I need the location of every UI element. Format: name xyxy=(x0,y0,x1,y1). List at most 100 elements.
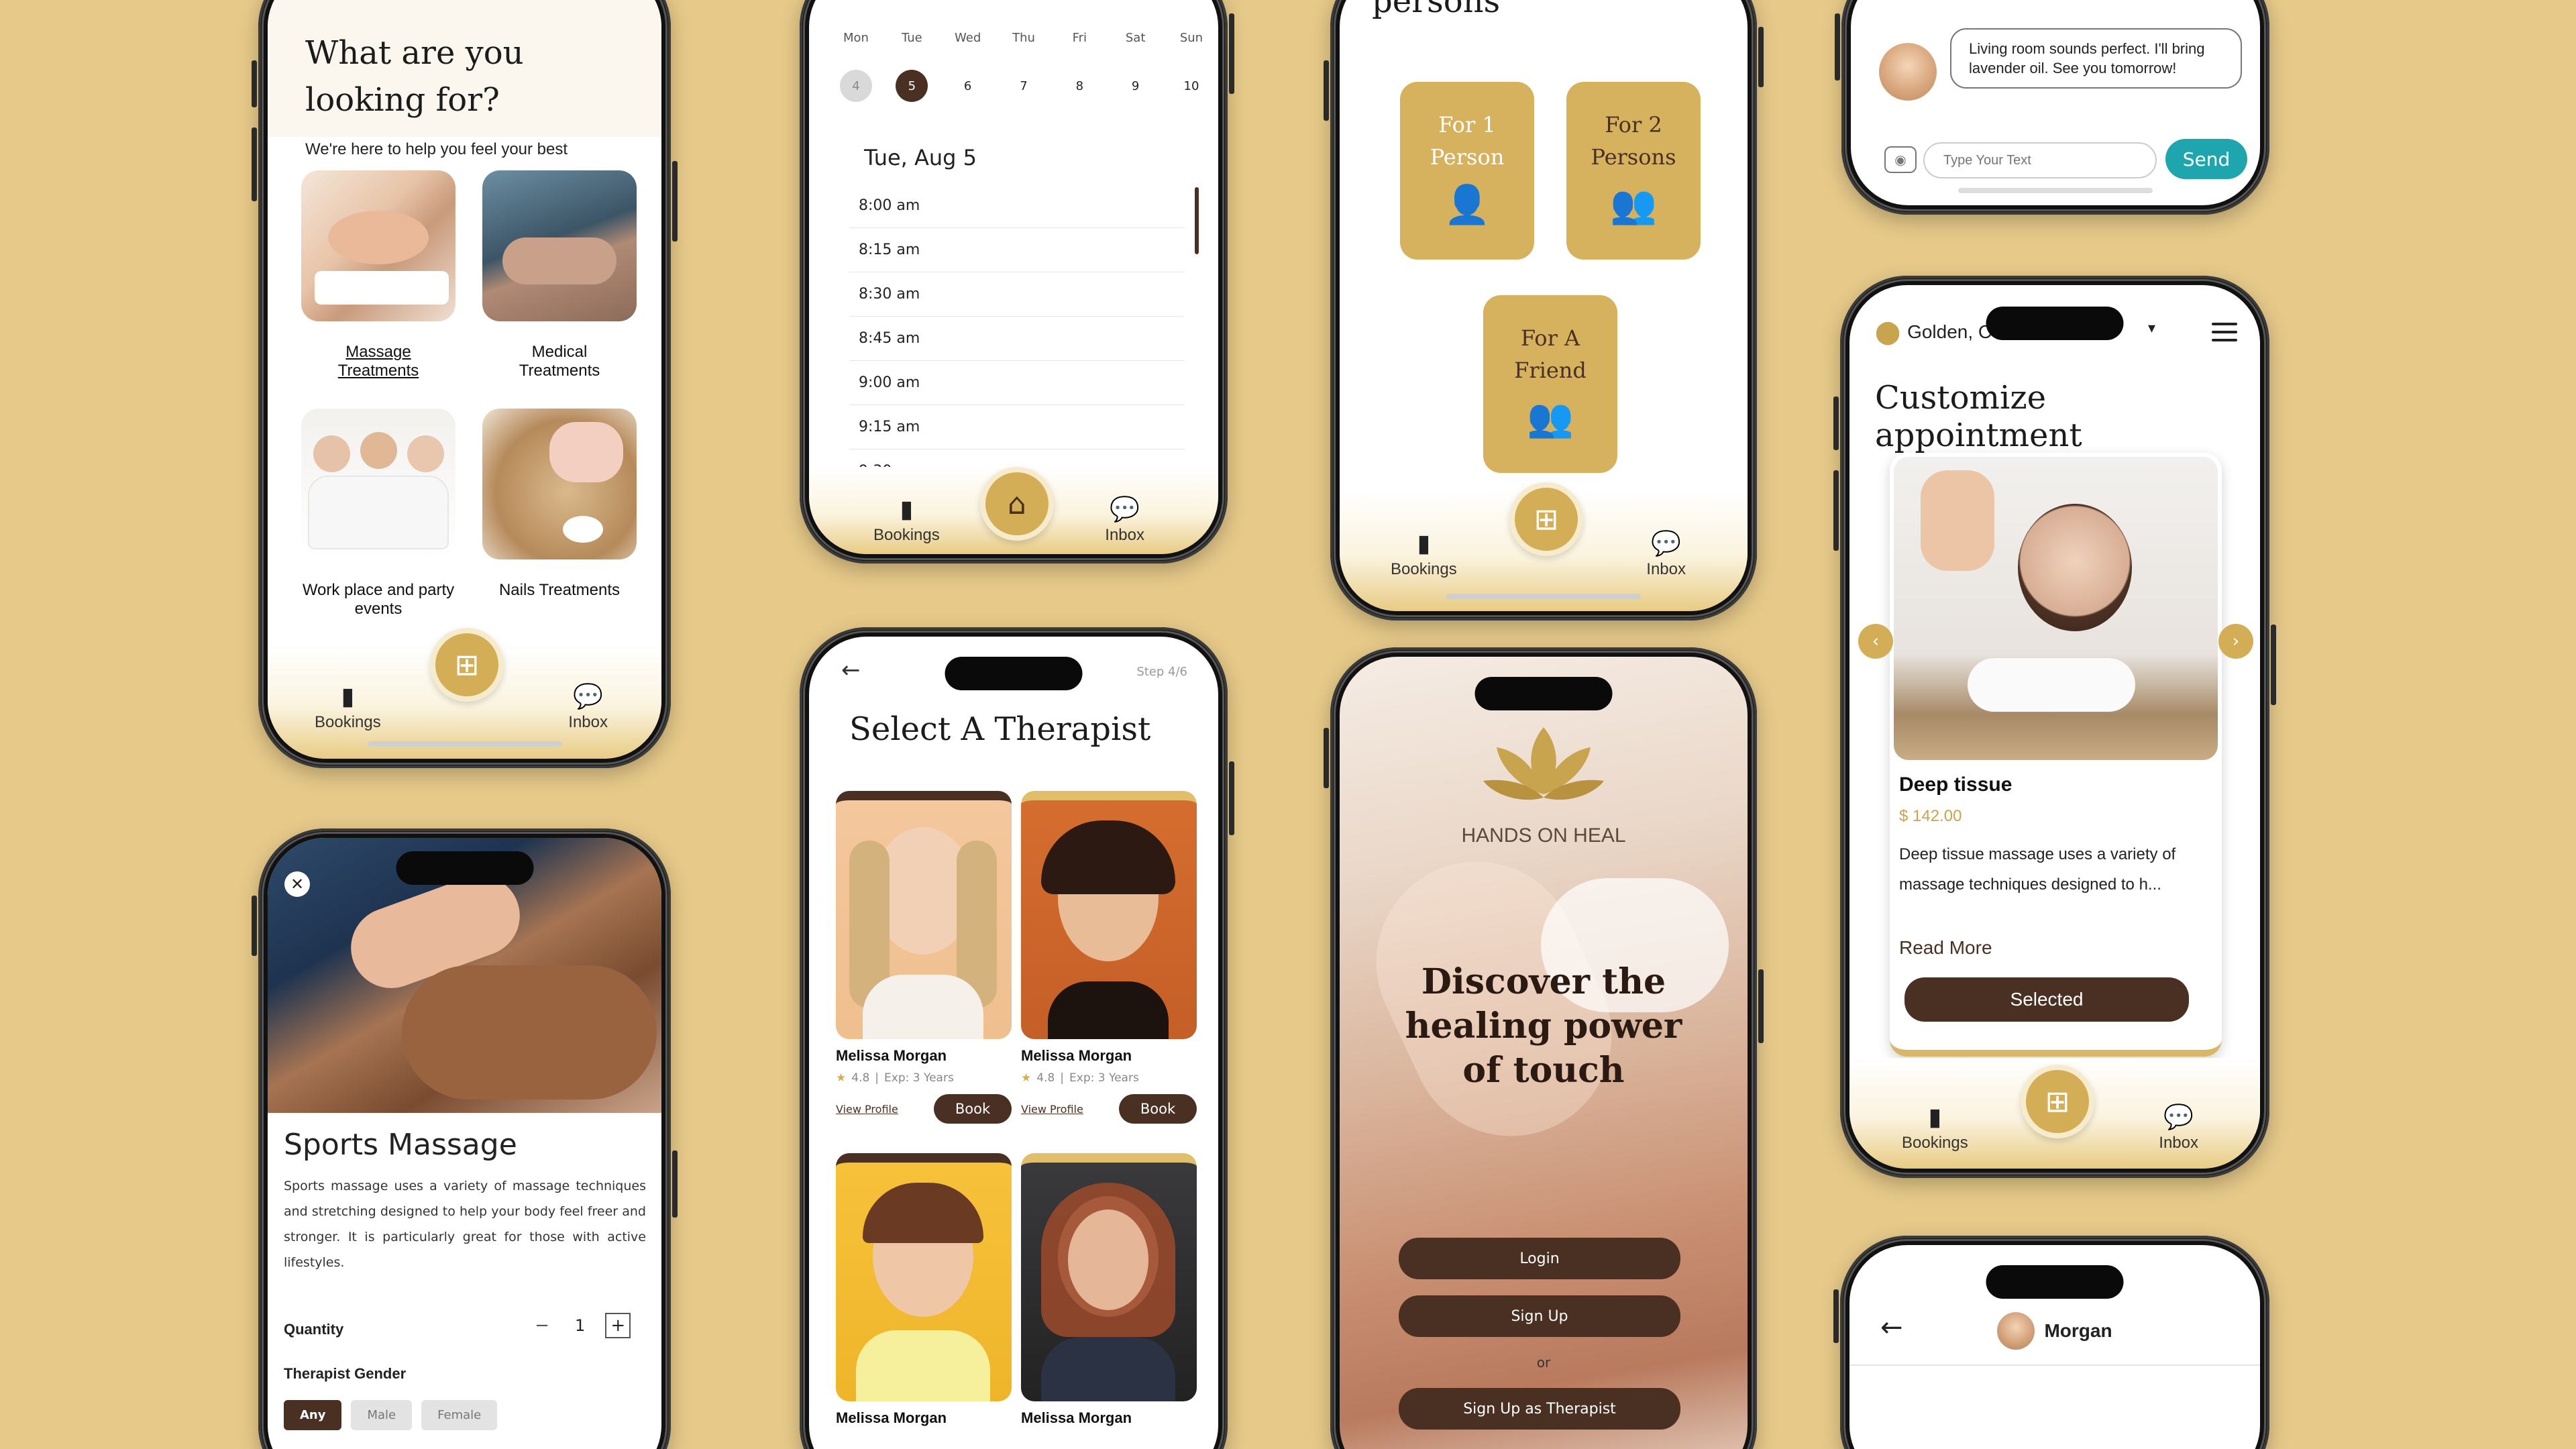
signup-therapist-button[interactable]: Sign Up as Therapist xyxy=(1399,1388,1680,1430)
date-cell[interactable]: 9 xyxy=(1116,70,1156,102)
date-cell[interactable]: 8 xyxy=(1059,70,1099,102)
events-photo xyxy=(301,409,455,559)
date-cell-selected[interactable]: 5 xyxy=(892,70,932,102)
nav-bookings[interactable]: ▮ Bookings xyxy=(315,682,381,732)
nav-inbox[interactable]: 💬 Inbox xyxy=(568,682,608,732)
quantity-value: 1 xyxy=(575,1316,586,1335)
book-button[interactable]: Book xyxy=(1119,1094,1197,1124)
camera-button[interactable]: ◉ xyxy=(1884,146,1917,173)
time-slot[interactable]: 9:00 am xyxy=(849,361,1185,405)
camera-icon: ◉ xyxy=(1894,152,1907,168)
book-button[interactable]: Book xyxy=(934,1094,1012,1124)
nav-inbox[interactable]: 💬 Inbox xyxy=(1105,495,1144,545)
time-slot-list: 8:00 am 8:15 am 8:30 am 8:45 am 9:00 am … xyxy=(849,184,1185,494)
time-slot[interactable]: 8:45 am xyxy=(849,317,1185,361)
category-nails[interactable]: Nails Treatments xyxy=(482,409,637,600)
time-slot[interactable]: 8:30 am xyxy=(849,272,1185,317)
therapist-experience: Exp: 3 Years xyxy=(1069,1071,1139,1085)
service-card: Deep tissue $ 142.00 Deep tissue massage… xyxy=(1890,453,2222,1057)
two-persons-icon: 👥 xyxy=(1610,183,1657,227)
dynamic-island xyxy=(1986,307,2124,340)
location-pin-icon: ⬤ xyxy=(1875,319,1901,345)
category-medical[interactable]: Medical Treatments xyxy=(482,170,637,380)
add-booking-button[interactable]: ⊞ xyxy=(430,628,504,702)
time-slot[interactable]: 8:15 am xyxy=(849,228,1185,272)
nav-bookings[interactable]: ▮ Bookings xyxy=(1902,1103,1968,1152)
star-icon: ★ xyxy=(1021,1071,1032,1085)
scrollbar[interactable] xyxy=(1195,187,1199,254)
therapist-name: Melissa Morgan xyxy=(1021,1047,1132,1064)
therapist-card[interactable]: Melissa Morgan ★ 4.8 | Exp: 3 Years View… xyxy=(1021,791,1197,1124)
close-icon: ✕ xyxy=(290,875,305,894)
date-cell[interactable]: 4 xyxy=(836,70,876,102)
view-profile-link[interactable]: View Profile xyxy=(1021,1103,1083,1116)
home-icon: ⌂ xyxy=(1008,486,1026,521)
nav-bookings[interactable]: ▮ Bookings xyxy=(1391,529,1457,579)
phone-chat-header: ← Morgan xyxy=(1833,1236,2269,1449)
service-description: Deep tissue massage uses a variety of ma… xyxy=(1899,845,2176,894)
nails-photo xyxy=(482,409,637,559)
option-one-person[interactable]: For 1 Person 👤 xyxy=(1400,82,1534,260)
category-label: Nails Treatments xyxy=(498,581,621,599)
back-button[interactable]: ← xyxy=(841,657,861,684)
gender-label: Therapist Gender xyxy=(284,1365,407,1382)
carousel-next-button[interactable]: › xyxy=(2218,624,2253,659)
nav-bookings[interactable]: ▮ Bookings xyxy=(873,495,940,545)
gender-options: Any Male Female xyxy=(284,1400,498,1430)
time-slot[interactable]: 9:15 am xyxy=(849,405,1185,449)
category-events[interactable]: Work place and party events xyxy=(301,409,455,619)
home-indicator xyxy=(1958,188,2153,193)
view-profile-link[interactable]: View Profile xyxy=(836,1103,898,1116)
add-booking-button[interactable]: ⊞ xyxy=(1509,482,1583,556)
nav-inbox[interactable]: 💬 Inbox xyxy=(2159,1103,2198,1152)
option-for-friend[interactable]: For A Friend 👥 xyxy=(1483,295,1617,473)
chat-icon: 💬 xyxy=(573,682,604,710)
login-button[interactable]: Login xyxy=(1399,1238,1680,1279)
gender-option-female[interactable]: Female xyxy=(421,1400,498,1430)
phone-customize: ⬤ Golden, C ▾ Customize appointment Deep… xyxy=(1833,276,2276,1178)
selected-button[interactable]: Selected xyxy=(1904,977,2189,1022)
dynamic-island xyxy=(1986,1265,2124,1299)
add-booking-button[interactable]: ⊞ xyxy=(2021,1065,2094,1138)
gender-option-male[interactable]: Male xyxy=(351,1400,413,1430)
brand-name: HANDS ON HEAL xyxy=(1461,824,1626,847)
home-button[interactable]: ⌂ xyxy=(980,467,1054,541)
hamburger-menu-icon[interactable] xyxy=(2212,323,2237,341)
date-cell[interactable]: 6 xyxy=(948,70,988,102)
plus-button[interactable]: + xyxy=(605,1313,631,1338)
carousel-prev-button[interactable]: ‹ xyxy=(1858,624,1893,659)
phone-chat: Living room sounds perfect. I'll bring l… xyxy=(1835,0,2269,215)
screen-chat-header: ← Morgan xyxy=(1849,1245,2260,1449)
selected-date-label: Tue, Aug 5 xyxy=(864,145,977,170)
dynamic-island xyxy=(396,851,533,885)
nav-inbox[interactable]: 💬 Inbox xyxy=(1646,529,1686,579)
therapist-card[interactable]: Melissa Morgan xyxy=(1021,1153,1197,1427)
category-massage[interactable]: Massage Treatments xyxy=(301,170,455,380)
date-cell[interactable]: 7 xyxy=(1004,70,1044,102)
quantity-stepper: − 1 + xyxy=(529,1313,631,1338)
service-description: Sports massage uses a variety of massage… xyxy=(284,1179,646,1270)
location-selector[interactable]: ⬤ Golden, C xyxy=(1875,319,1992,345)
therapist-card[interactable]: Melissa Morgan xyxy=(836,1153,1012,1427)
send-button[interactable]: Send xyxy=(2165,139,2247,179)
bookings-icon: ▮ xyxy=(341,682,355,710)
page-title: Sports Massage xyxy=(284,1128,517,1162)
minus-button[interactable]: − xyxy=(529,1313,555,1338)
option-two-persons[interactable]: For 2 Persons 👥 xyxy=(1566,82,1701,260)
date-cell[interactable]: 10 xyxy=(1171,70,1212,102)
close-button[interactable]: ✕ xyxy=(284,871,310,897)
home-indicator xyxy=(1446,594,1641,599)
time-slot[interactable]: 8:00 am xyxy=(849,184,1185,228)
message-input[interactable] xyxy=(1923,142,2157,178)
therapist-card[interactable]: Melissa Morgan ★ 4.8 | Exp: 3 Years View… xyxy=(836,791,1012,1124)
gender-option-any[interactable]: Any xyxy=(284,1400,342,1430)
page-title: Select A Therapist xyxy=(849,710,1151,748)
category-label: Work place and party events xyxy=(302,581,455,618)
date-row: 4 5 6 7 8 9 10 xyxy=(836,70,1212,102)
therapist-name: Melissa Morgan xyxy=(836,1409,947,1426)
therapist-photo xyxy=(1021,791,1197,1039)
signup-button[interactable]: Sign Up xyxy=(1399,1295,1680,1337)
read-more-link[interactable]: Read More xyxy=(1899,937,1992,959)
phone-persons: persons For 1 Person 👤 For 2 Persons 👥 F… xyxy=(1324,0,1764,621)
chevron-down-icon[interactable]: ▾ xyxy=(2148,320,2155,337)
